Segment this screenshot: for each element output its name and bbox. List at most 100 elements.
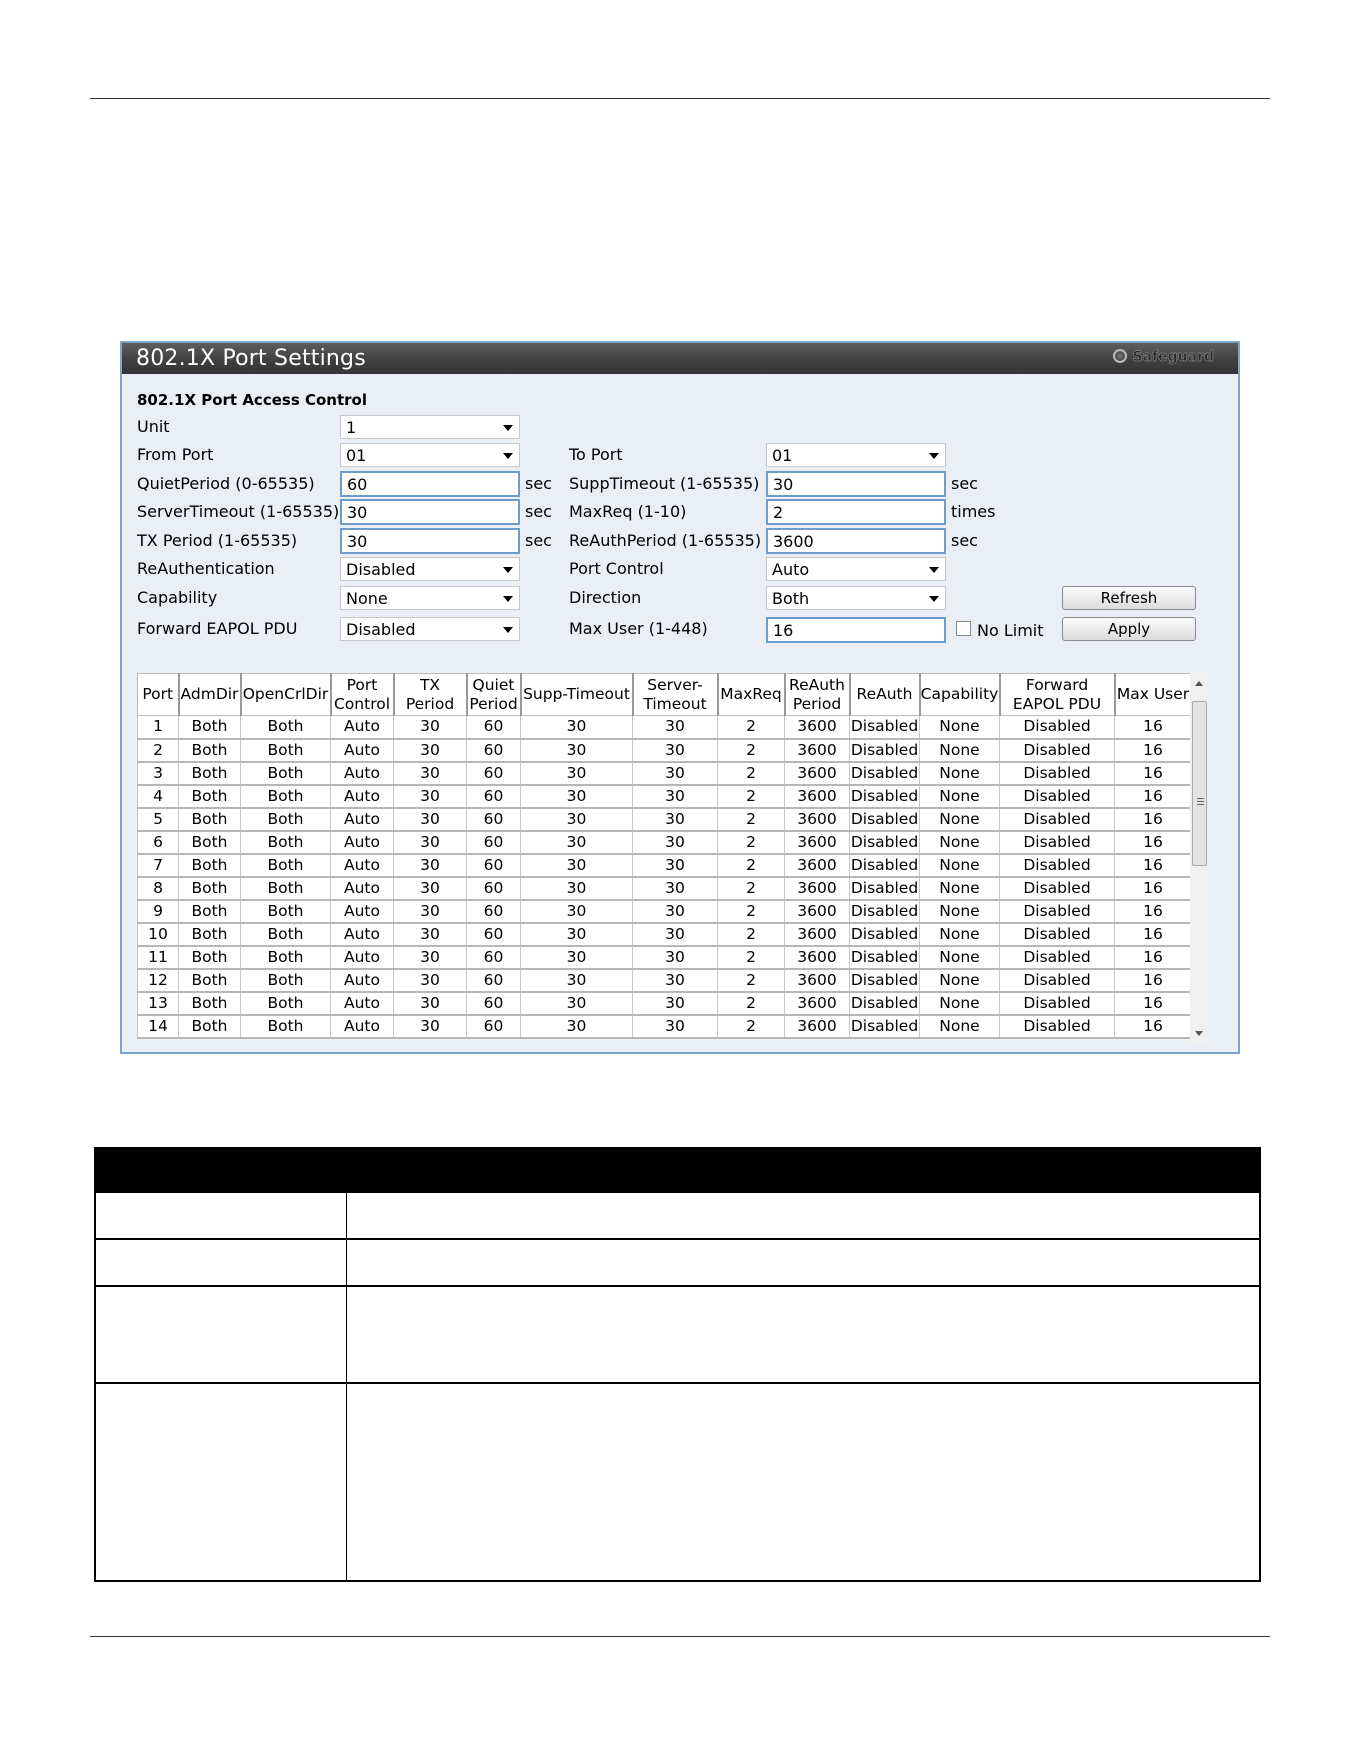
scrollbar-thumb[interactable] <box>1192 701 1207 866</box>
reauth-period-input[interactable] <box>766 528 946 554</box>
table-row[interactable]: 8 Both Both Auto 30 60 30 30 2 3600 Disabled None Di… <box>137 876 1192 901</box>
table-cell: 30 <box>520 830 633 855</box>
table-cell: Disabled <box>999 876 1115 901</box>
table-row[interactable]: 10 Both Both Auto 30 60 30 30 2 3600 Disabled None D… <box>137 922 1192 947</box>
table-row[interactable]: 3 Both Both Auto 30 60 30 30 2 3600 Disabled None Di… <box>137 761 1192 786</box>
supp-timeout-input[interactable] <box>766 471 946 497</box>
refresh-button[interactable]: Refresh <box>1062 586 1196 610</box>
quiet-period-input[interactable] <box>340 471 520 497</box>
table-cell: Both <box>178 738 241 763</box>
table-cell: Both <box>240 991 331 1016</box>
table-cell: 2 <box>717 1014 785 1039</box>
table-scrollbar[interactable] <box>1190 673 1209 1044</box>
table-cell: Disabled <box>849 738 920 763</box>
table-cell: None <box>919 922 1000 947</box>
scroll-down-icon[interactable] <box>1195 1031 1203 1036</box>
unit-select[interactable]: 1 <box>340 415 520 439</box>
capability-select[interactable]: None <box>340 586 520 610</box>
table-cell: 2 <box>717 853 785 878</box>
table-cell: Both <box>178 853 241 878</box>
max-req-input[interactable] <box>766 499 946 525</box>
table-cell: Disabled <box>999 784 1115 809</box>
table-cell: 30 <box>393 899 467 924</box>
forward-eapol-select[interactable]: Disabled <box>340 617 520 641</box>
table-cell: 30 <box>520 922 633 947</box>
table-cell: Disabled <box>999 715 1115 740</box>
table-cell: 16 <box>1114 968 1192 993</box>
column-header: Port <box>137 673 180 716</box>
table-row[interactable]: 2 Both Both Auto 30 60 30 30 2 3600 Disabled None Di… <box>137 738 1192 763</box>
table-cell: 16 <box>1114 853 1192 878</box>
table-row[interactable]: 13 Both Both Auto 30 60 30 30 2 3600 Disabled None D… <box>137 991 1192 1016</box>
table-cell: 3 <box>137 761 179 786</box>
table-cell: None <box>919 876 1000 901</box>
max-user-input[interactable] <box>766 617 946 643</box>
no-limit-checkbox[interactable] <box>956 621 971 636</box>
table-cell: Both <box>240 945 331 970</box>
table-cell: Both <box>178 922 241 947</box>
table-cell: Auto <box>330 830 394 855</box>
table-cell: Both <box>240 876 331 901</box>
tx-period-input[interactable] <box>340 528 520 554</box>
no-limit-label: No Limit <box>977 621 1044 640</box>
table-row[interactable]: 14 Both Both Auto 30 60 30 30 2 3600 Disabled None D… <box>137 1014 1192 1039</box>
description-row <box>94 1240 1261 1287</box>
scroll-up-icon[interactable] <box>1195 681 1203 686</box>
table-row[interactable]: 4 Both Both Auto 30 60 30 30 2 3600 Disabled None Di… <box>137 784 1192 809</box>
table-cell: 9 <box>137 899 179 924</box>
table-cell: 60 <box>466 1014 521 1039</box>
table-cell: Disabled <box>849 945 920 970</box>
table-row[interactable]: 7 Both Both Auto 30 60 30 30 2 3600 Disabled None Di… <box>137 853 1192 878</box>
column-header: OpenCrlDir <box>240 673 332 716</box>
table-row[interactable]: 11 Both Both Auto 30 60 30 30 2 3600 Disabled None D… <box>137 945 1192 970</box>
table-cell: None <box>919 968 1000 993</box>
table-cell: 30 <box>632 853 718 878</box>
table-cell: 3600 <box>784 1014 850 1039</box>
table-cell: 3600 <box>784 715 850 740</box>
reauthentication-label: ReAuthentication <box>137 559 275 578</box>
table-cell: Auto <box>330 991 394 1016</box>
from-port-select[interactable]: 01 <box>340 443 520 467</box>
table-cell: Disabled <box>849 1014 920 1039</box>
table-cell: 2 <box>717 830 785 855</box>
table-cell: Both <box>178 968 241 993</box>
table-row[interactable]: 1 Both Both Auto 30 60 30 30 2 3600 Disabled None Di… <box>137 715 1192 740</box>
section-title: 802.1X Port Access Control <box>137 391 367 409</box>
table-cell: 3600 <box>784 807 850 832</box>
table-cell: 30 <box>632 761 718 786</box>
direction-select[interactable]: Both <box>766 586 946 610</box>
table-cell: Disabled <box>999 899 1115 924</box>
table-cell: 3600 <box>784 945 850 970</box>
table-row[interactable]: 6 Both Both Auto 30 60 30 30 2 3600 Disabled None Di… <box>137 830 1192 855</box>
table-cell: None <box>919 761 1000 786</box>
table-cell: 60 <box>466 784 521 809</box>
table-cell: 30 <box>632 807 718 832</box>
table-cell: 16 <box>1114 807 1192 832</box>
quiet-period-label: QuietPeriod (0-65535) <box>137 474 315 493</box>
to-port-select[interactable]: 01 <box>766 443 946 467</box>
table-cell: 30 <box>632 738 718 763</box>
table-cell: 30 <box>393 1014 467 1039</box>
tx-period-unit: sec <box>525 531 552 550</box>
table-row[interactable]: 5 Both Both Auto 30 60 30 30 2 3600 Disabled None Di… <box>137 807 1192 832</box>
apply-button[interactable]: Apply <box>1062 617 1196 641</box>
table-row[interactable]: 12 Both Both Auto 30 60 30 30 2 3600 Disabled None D… <box>137 968 1192 993</box>
table-cell: Disabled <box>849 922 920 947</box>
table-cell: 30 <box>393 968 467 993</box>
table-cell: Both <box>240 715 331 740</box>
reauthentication-select[interactable]: Disabled <box>340 557 520 581</box>
table-cell: 3600 <box>784 784 850 809</box>
capability-value: None <box>346 589 388 608</box>
capability-label: Capability <box>137 588 218 607</box>
table-cell: Auto <box>330 807 394 832</box>
description-row <box>94 1287 1261 1384</box>
table-cell: 2 <box>137 738 179 763</box>
table-cell: None <box>919 853 1000 878</box>
port-control-select[interactable]: Auto <box>766 557 946 581</box>
table-cell: Both <box>240 1014 331 1039</box>
table-body: 1 Both Both Auto 30 60 30 30 2 3600 Disabled None Di… <box>137 715 1192 1039</box>
table-cell: Both <box>178 899 241 924</box>
server-timeout-input[interactable] <box>340 499 520 525</box>
table-row[interactable]: 9 Both Both Auto 30 60 30 30 2 3600 Disabled None Di… <box>137 899 1192 924</box>
table-cell: Disabled <box>849 761 920 786</box>
